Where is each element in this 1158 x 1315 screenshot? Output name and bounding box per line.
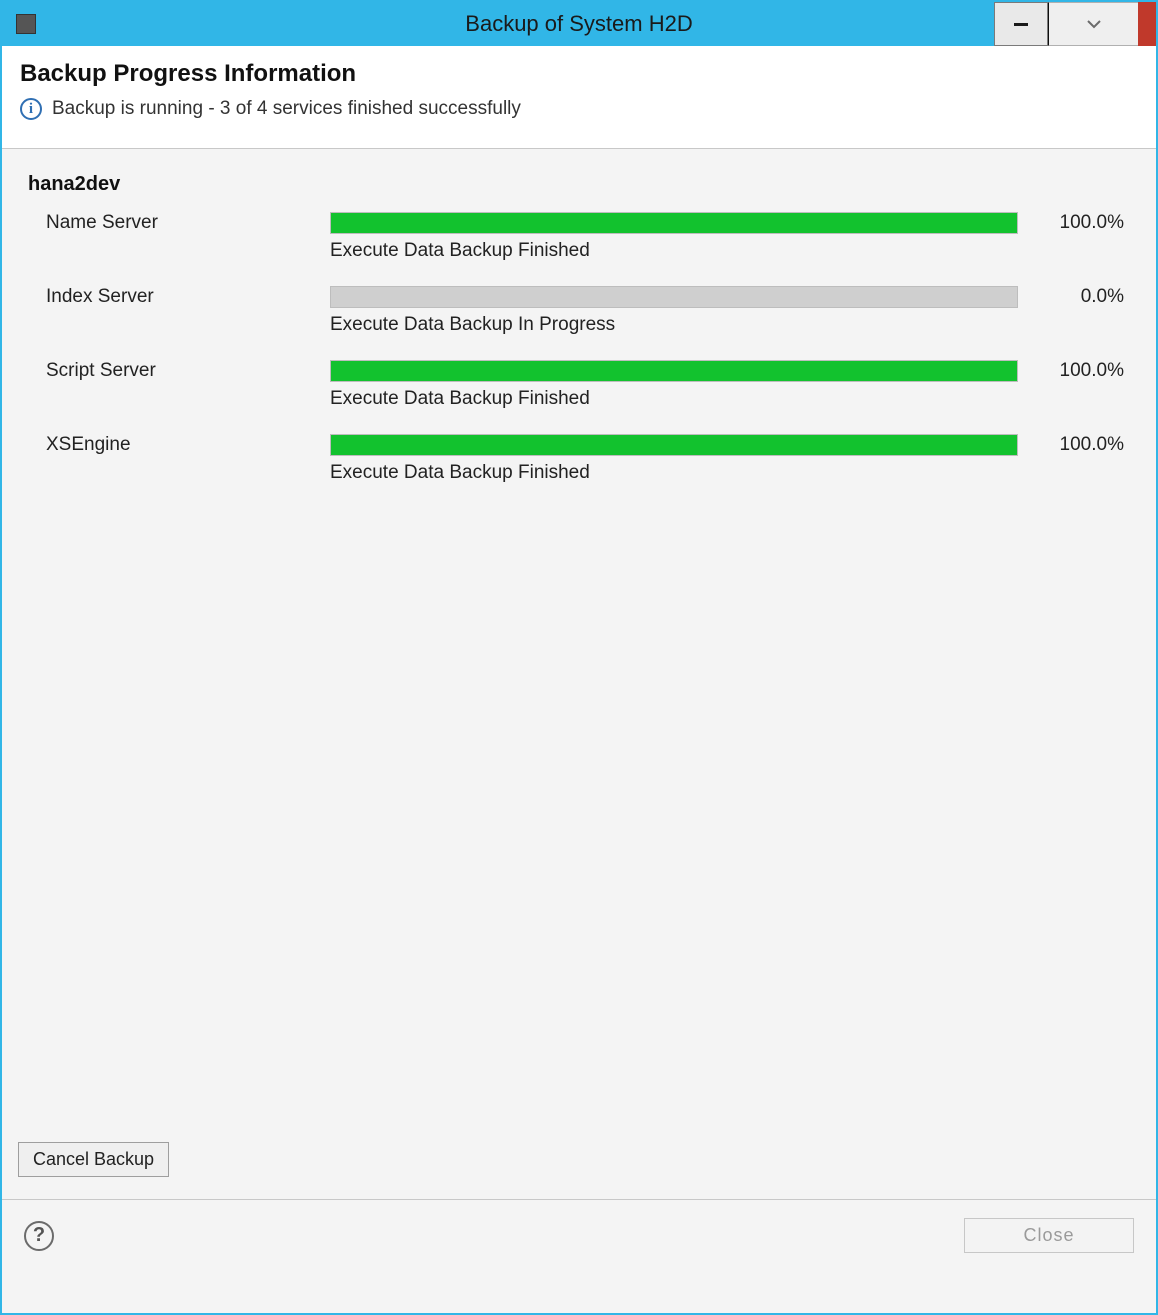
dropdown-button[interactable]: [1048, 2, 1138, 46]
service-progress-wrap: Execute Data Backup Finished: [330, 434, 1018, 484]
service-status: Execute Data Backup Finished: [330, 240, 1018, 262]
help-icon[interactable]: ?: [24, 1221, 54, 1251]
info-icon: i: [20, 98, 42, 120]
service-name: Name Server: [46, 212, 316, 234]
progress-bar: [330, 434, 1018, 456]
service-row: Script Server Execute Data Backup Finish…: [46, 360, 1132, 410]
service-status: Execute Data Backup Finished: [330, 462, 1018, 484]
app-icon: [16, 14, 36, 34]
service-progress-wrap: Execute Data Backup Finished: [330, 360, 1018, 410]
service-percent: 0.0%: [1032, 286, 1132, 308]
spacer: [18, 484, 1140, 1142]
cancel-backup-button[interactable]: Cancel Backup: [18, 1142, 169, 1177]
service-status: Execute Data Backup In Progress: [330, 314, 1018, 336]
chevron-down-icon: [1086, 19, 1102, 29]
service-row: XSEngine Execute Data Backup Finished 10…: [46, 434, 1132, 484]
footer: ? Close: [2, 1199, 1156, 1313]
service-name: XSEngine: [46, 434, 316, 456]
close-button[interactable]: Close: [964, 1218, 1134, 1253]
service-name: Index Server: [46, 286, 316, 308]
service-progress-wrap: Execute Data Backup Finished: [330, 212, 1018, 262]
window-title: Backup of System H2D: [2, 11, 1156, 37]
progress-fill: [331, 361, 1017, 381]
service-row: Index Server Execute Data Backup In Prog…: [46, 286, 1132, 336]
progress-bar: [330, 212, 1018, 234]
status-text: Backup is running - 3 of 4 services fini…: [52, 98, 521, 120]
service-percent: 100.0%: [1032, 434, 1132, 456]
page-title: Backup Progress Information: [20, 60, 1138, 88]
progress-fill: [331, 435, 1017, 455]
service-rows: Name Server Execute Data Backup Finished…: [18, 206, 1140, 484]
service-name: Script Server: [46, 360, 316, 382]
service-progress-wrap: Execute Data Backup In Progress: [330, 286, 1018, 336]
titlebar: Backup of System H2D: [2, 2, 1156, 46]
service-percent: 100.0%: [1032, 212, 1132, 234]
progress-fill: [331, 213, 1017, 233]
minimize-icon: [1014, 23, 1028, 26]
dialog-window: Backup of System H2D Backup Progress Inf…: [0, 0, 1158, 1315]
body: hana2dev Name Server Execute Data Backup…: [2, 149, 1156, 1199]
service-percent: 100.0%: [1032, 360, 1132, 382]
minimize-button[interactable]: [994, 2, 1048, 46]
progress-bar: [330, 360, 1018, 382]
status-line: i Backup is running - 3 of 4 services fi…: [20, 98, 1138, 138]
host-name: hana2dev: [28, 173, 1140, 196]
service-row: Name Server Execute Data Backup Finished…: [46, 212, 1132, 262]
window-controls: [994, 2, 1156, 46]
cancel-row: Cancel Backup: [18, 1142, 1140, 1187]
header: Backup Progress Information i Backup is …: [2, 46, 1156, 149]
service-status: Execute Data Backup Finished: [330, 388, 1018, 410]
progress-bar: [330, 286, 1018, 308]
close-window-button[interactable]: [1138, 2, 1156, 46]
